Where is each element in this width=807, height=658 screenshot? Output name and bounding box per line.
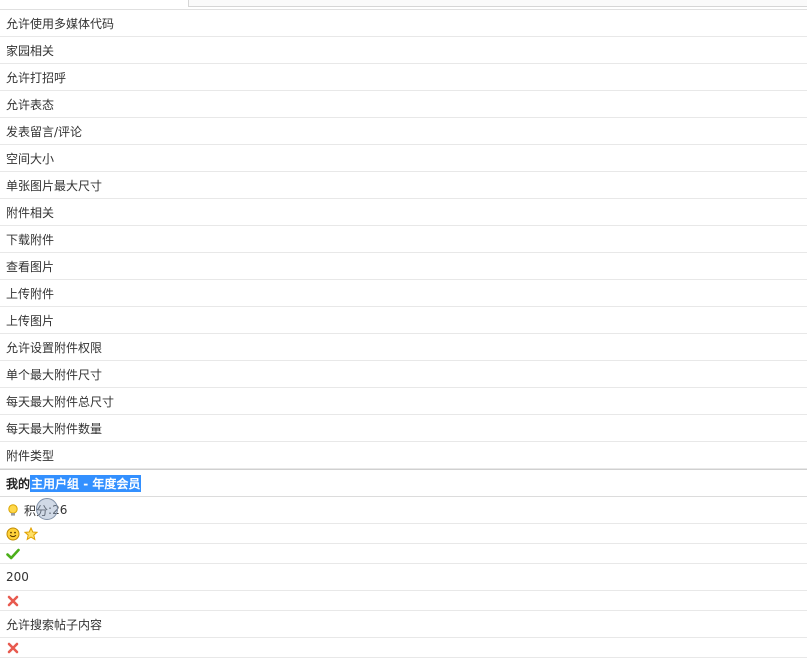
table-row: 允许表态 bbox=[0, 91, 807, 118]
table-row: 附件类型 bbox=[0, 442, 807, 469]
table-row: 允许设置附件权限 bbox=[0, 334, 807, 361]
row-label: 每天最大附件数量 bbox=[6, 421, 103, 436]
table-row: 家园相关 bbox=[0, 37, 807, 64]
row-label: 允许表态 bbox=[6, 97, 55, 112]
lightbulb-icon bbox=[6, 503, 20, 517]
number-row: 200 bbox=[0, 564, 807, 591]
cross-icon bbox=[6, 594, 20, 608]
cross-row bbox=[0, 638, 807, 658]
group-header-row: 我的 主用户组 - 年度会员 bbox=[0, 469, 807, 497]
group-header-prefix: 我的 bbox=[6, 476, 31, 491]
table-row: 下载附件 bbox=[0, 226, 807, 253]
top-tab-strip bbox=[188, 0, 807, 7]
table-row: 上传附件 bbox=[0, 280, 807, 307]
row-label: 附件相关 bbox=[6, 205, 55, 220]
table-row: 每天最大附件总尺寸 bbox=[0, 388, 807, 415]
check-icon bbox=[6, 547, 20, 561]
cross-row bbox=[0, 591, 807, 611]
table-row: 单张图片最大尺寸 bbox=[0, 172, 807, 199]
cross-icon bbox=[6, 641, 20, 655]
table-row: 单个最大附件尺寸 bbox=[0, 361, 807, 388]
row-label: 附件类型 bbox=[6, 448, 55, 463]
row-label: 允许使用多媒体代码 bbox=[6, 16, 115, 31]
row-label: 允许打招呼 bbox=[6, 70, 67, 85]
row-label: 发表留言/评论 bbox=[6, 124, 83, 139]
search-permission-row: 允许搜索帖子内容 bbox=[0, 611, 807, 638]
reaction-row bbox=[0, 524, 807, 544]
table-row: 发表留言/评论 bbox=[0, 118, 807, 145]
group-name-selected[interactable]: 主用户组 - 年度会员 bbox=[30, 474, 142, 492]
row-label: 上传附件 bbox=[6, 286, 55, 301]
row-label: 单个最大附件尺寸 bbox=[6, 367, 103, 382]
smiley-icon bbox=[6, 527, 20, 541]
table-row: 上传图片 bbox=[0, 307, 807, 334]
table-row: 允许使用多媒体代码 bbox=[0, 10, 807, 37]
top-bar bbox=[0, 0, 807, 10]
mouse-cursor-highlight bbox=[36, 498, 58, 520]
row-label: 上传图片 bbox=[6, 313, 55, 328]
row-label: 查看图片 bbox=[6, 259, 55, 274]
table-row: 每天最大附件数量 bbox=[0, 415, 807, 442]
row-label: 下载附件 bbox=[6, 232, 55, 247]
row-label: 每天最大附件总尺寸 bbox=[6, 394, 115, 409]
table-row: 查看图片 bbox=[0, 253, 807, 280]
table-row: 空间大小 bbox=[0, 145, 807, 172]
row-label: 空间大小 bbox=[6, 151, 55, 166]
permissions-table: 允许使用多媒体代码 家园相关 允许打招呼 允许表态 发表留言/评论 空间大小 单… bbox=[0, 10, 807, 658]
row-label: 单张图片最大尺寸 bbox=[6, 178, 103, 193]
table-row: 允许打招呼 bbox=[0, 64, 807, 91]
row-label: 允许设置附件权限 bbox=[6, 340, 103, 355]
points-row: 积分:26 bbox=[0, 497, 807, 524]
table-row: 附件相关 bbox=[0, 199, 807, 226]
star-icon bbox=[23, 526, 39, 541]
row-label: 允许搜索帖子内容 bbox=[6, 617, 103, 632]
check-row bbox=[0, 544, 807, 564]
row-label: 家园相关 bbox=[6, 43, 55, 58]
number-value: 200 bbox=[6, 570, 29, 584]
